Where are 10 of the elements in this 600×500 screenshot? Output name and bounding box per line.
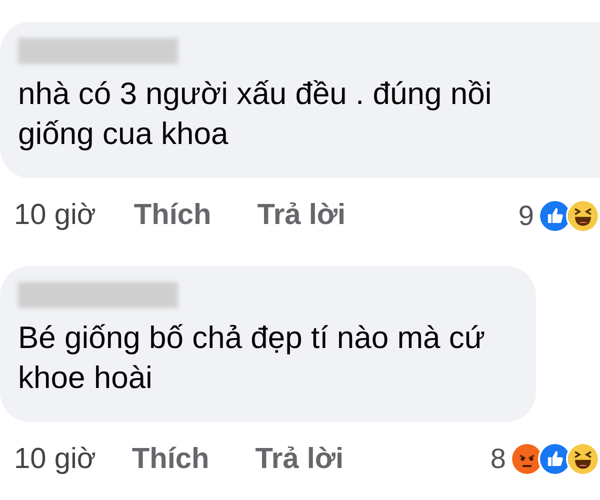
like-link[interactable]: Thích	[132, 438, 210, 481]
reaction-count: 9	[518, 198, 534, 233]
reply-link[interactable]: Trả lời	[255, 438, 344, 481]
comment-time[interactable]: 10 giờ	[14, 194, 96, 238]
like-link[interactable]: Thích	[134, 194, 212, 238]
comment-time[interactable]: 10 giờ	[14, 438, 96, 481]
reaction-count: 8	[490, 442, 506, 476]
comment-text: Bé giống bố chả đẹp tí nào mà cứ khoe hoài	[18, 318, 486, 396]
comment-text: nhà có 3 người xấu đều . đúng nồi giống cua khoa	[18, 75, 493, 153]
reply-link[interactable]: Trả lời	[257, 194, 346, 238]
